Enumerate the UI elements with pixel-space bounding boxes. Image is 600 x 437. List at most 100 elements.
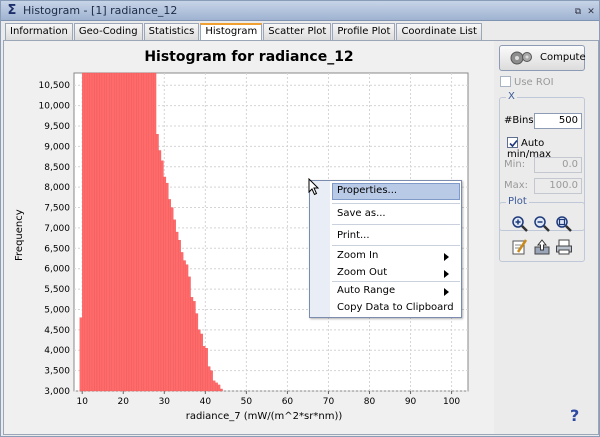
- checkmark-icon: [509, 139, 518, 148]
- restore-icon[interactable]: ⧉: [572, 5, 584, 17]
- y-tick-label: 7,000: [44, 224, 70, 234]
- export-icon[interactable]: [533, 238, 551, 256]
- histogram-bar: [212, 380, 216, 392]
- histogram-bar: [121, 72, 125, 392]
- y-tick-label: 4,000: [44, 346, 70, 356]
- histogram-bar: [79, 317, 83, 392]
- histogram-bar: [84, 72, 88, 392]
- min-field[interactable]: 0.0: [534, 157, 582, 173]
- menu-separator: [332, 224, 460, 225]
- x-group-title: X: [506, 91, 517, 102]
- y-tick-label: 8,000: [44, 183, 70, 193]
- menu-item-copy-data[interactable]: Copy Data to Clipboard: [337, 302, 454, 313]
- edit-properties-icon[interactable]: [511, 238, 529, 256]
- x-tick-label: 70: [323, 397, 335, 407]
- menu-item-save-as[interactable]: Save as...: [337, 208, 386, 219]
- max-label: Max:: [504, 180, 529, 191]
- context-menu-icon-strip: [310, 181, 330, 317]
- menu-separator: [332, 281, 460, 282]
- print-icon[interactable]: [555, 238, 573, 256]
- control-sidebar: Compute Use ROI X #Bins: 500 Auto min/ma…: [497, 41, 597, 434]
- y-tick-label: 6,000: [44, 265, 70, 275]
- histogram-bar: [141, 72, 144, 392]
- tab-geo-coding[interactable]: Geo-Coding: [73, 23, 143, 40]
- x-tick-label: 20: [118, 397, 130, 407]
- histogram-bar: [128, 72, 132, 392]
- histogram-bar: [165, 182, 169, 392]
- histogram-bar: [180, 252, 184, 392]
- histogram-bar: [183, 260, 186, 392]
- histogram-bar: [205, 348, 208, 392]
- submenu-arrow-icon: [444, 270, 449, 278]
- menu-item-auto-range[interactable]: Auto Range: [337, 285, 395, 296]
- histogram-bar: [118, 72, 122, 392]
- window-title: Histogram - [1] radiance_12: [23, 4, 178, 17]
- menu-item-properties[interactable]: Properties...: [337, 185, 397, 196]
- close-icon[interactable]: ✕: [585, 5, 597, 17]
- tab-histogram[interactable]: Histogram: [200, 23, 263, 41]
- histogram-bar: [187, 276, 191, 392]
- histogram-bar: [138, 72, 142, 392]
- zoom-all-icon[interactable]: [555, 215, 573, 233]
- x-tick-label: 30: [159, 397, 171, 407]
- tab-coordinate-list[interactable]: Coordinate List: [396, 23, 482, 40]
- tab-profile-plot[interactable]: Profile Plot: [332, 23, 396, 40]
- histogram-bar: [131, 72, 135, 392]
- y-tick-label: 5,000: [44, 305, 70, 315]
- tab-scatter-plot[interactable]: Scatter Plot: [263, 23, 332, 40]
- menu-item-print[interactable]: Print...: [337, 230, 370, 241]
- histogram-bar: [109, 72, 112, 392]
- histogram-bar: [104, 72, 107, 392]
- histogram-bar: [114, 72, 117, 392]
- tab-information[interactable]: Information: [5, 23, 73, 40]
- histogram-bar: [123, 72, 127, 392]
- zoom-out-icon[interactable]: [533, 215, 551, 233]
- y-tick-label: 7,500: [44, 204, 70, 214]
- y-axis-label: Frequency: [14, 209, 25, 261]
- context-menu: Properties... Save as... Print... Zoom I…: [309, 180, 462, 318]
- max-field[interactable]: 100.0: [534, 178, 582, 194]
- y-tick-label: 3,500: [44, 367, 70, 377]
- histogram-bar: [170, 207, 174, 392]
- histogram-bar: [86, 72, 90, 392]
- plot-area[interactable]: 3,000 3,500 4,000 4,500 5,000 5,500 6,000 6,500…: [4, 41, 494, 434]
- histogram-bar: [175, 231, 179, 392]
- tab-statistics[interactable]: Statistics: [143, 23, 200, 40]
- histogram-bar: [195, 313, 199, 392]
- histogram-bar: [89, 72, 93, 392]
- y-tick-label: 10,000: [39, 102, 71, 112]
- bins-label: #Bins:: [504, 115, 537, 126]
- histogram-bar: [215, 382, 218, 392]
- mouse-cursor-icon: [308, 178, 320, 196]
- y-tick-label: 10,500: [39, 81, 71, 91]
- zoom-in-icon[interactable]: [511, 215, 529, 233]
- use-roi-row: Use ROI: [500, 76, 554, 88]
- histogram-bar: [111, 72, 115, 392]
- histogram-bar: [217, 384, 221, 392]
- submenu-arrow-icon: [444, 253, 449, 261]
- histogram-bar: [101, 72, 105, 392]
- bins-field[interactable]: 500: [534, 113, 582, 129]
- histogram-bar: [207, 366, 211, 392]
- histogram-bar: [94, 72, 98, 392]
- histogram-bar: [210, 370, 213, 392]
- y-tick-label: 9,000: [44, 142, 70, 152]
- submenu-arrow-icon: [444, 288, 449, 296]
- y-tick-label: 5,500: [44, 285, 70, 295]
- histogram-bar: [155, 134, 159, 392]
- x-axis-label: radiance_7 (mW/(m^2*sr*nm)): [185, 411, 343, 422]
- histogram-window: Σ Histogram - [1] radiance_12 ⧉ ✕ Inform…: [0, 0, 600, 437]
- menu-item-zoom-out[interactable]: Zoom Out: [337, 267, 387, 278]
- use-roi-checkbox[interactable]: [500, 76, 511, 87]
- x-tick-label: 100: [443, 397, 460, 407]
- title-bar: Σ Histogram - [1] radiance_12 ⧉ ✕: [1, 1, 599, 21]
- menu-item-zoom-in[interactable]: Zoom In: [337, 250, 378, 261]
- histogram-bar: [126, 72, 130, 392]
- histogram-bar: [178, 240, 181, 392]
- compute-button[interactable]: Compute: [499, 45, 586, 71]
- histogram-bar: [143, 72, 147, 392]
- histogram-bar: [106, 72, 110, 392]
- help-icon[interactable]: ?: [570, 406, 579, 425]
- histogram-bar: [202, 346, 206, 392]
- auto-minmax-checkbox[interactable]: [507, 137, 518, 148]
